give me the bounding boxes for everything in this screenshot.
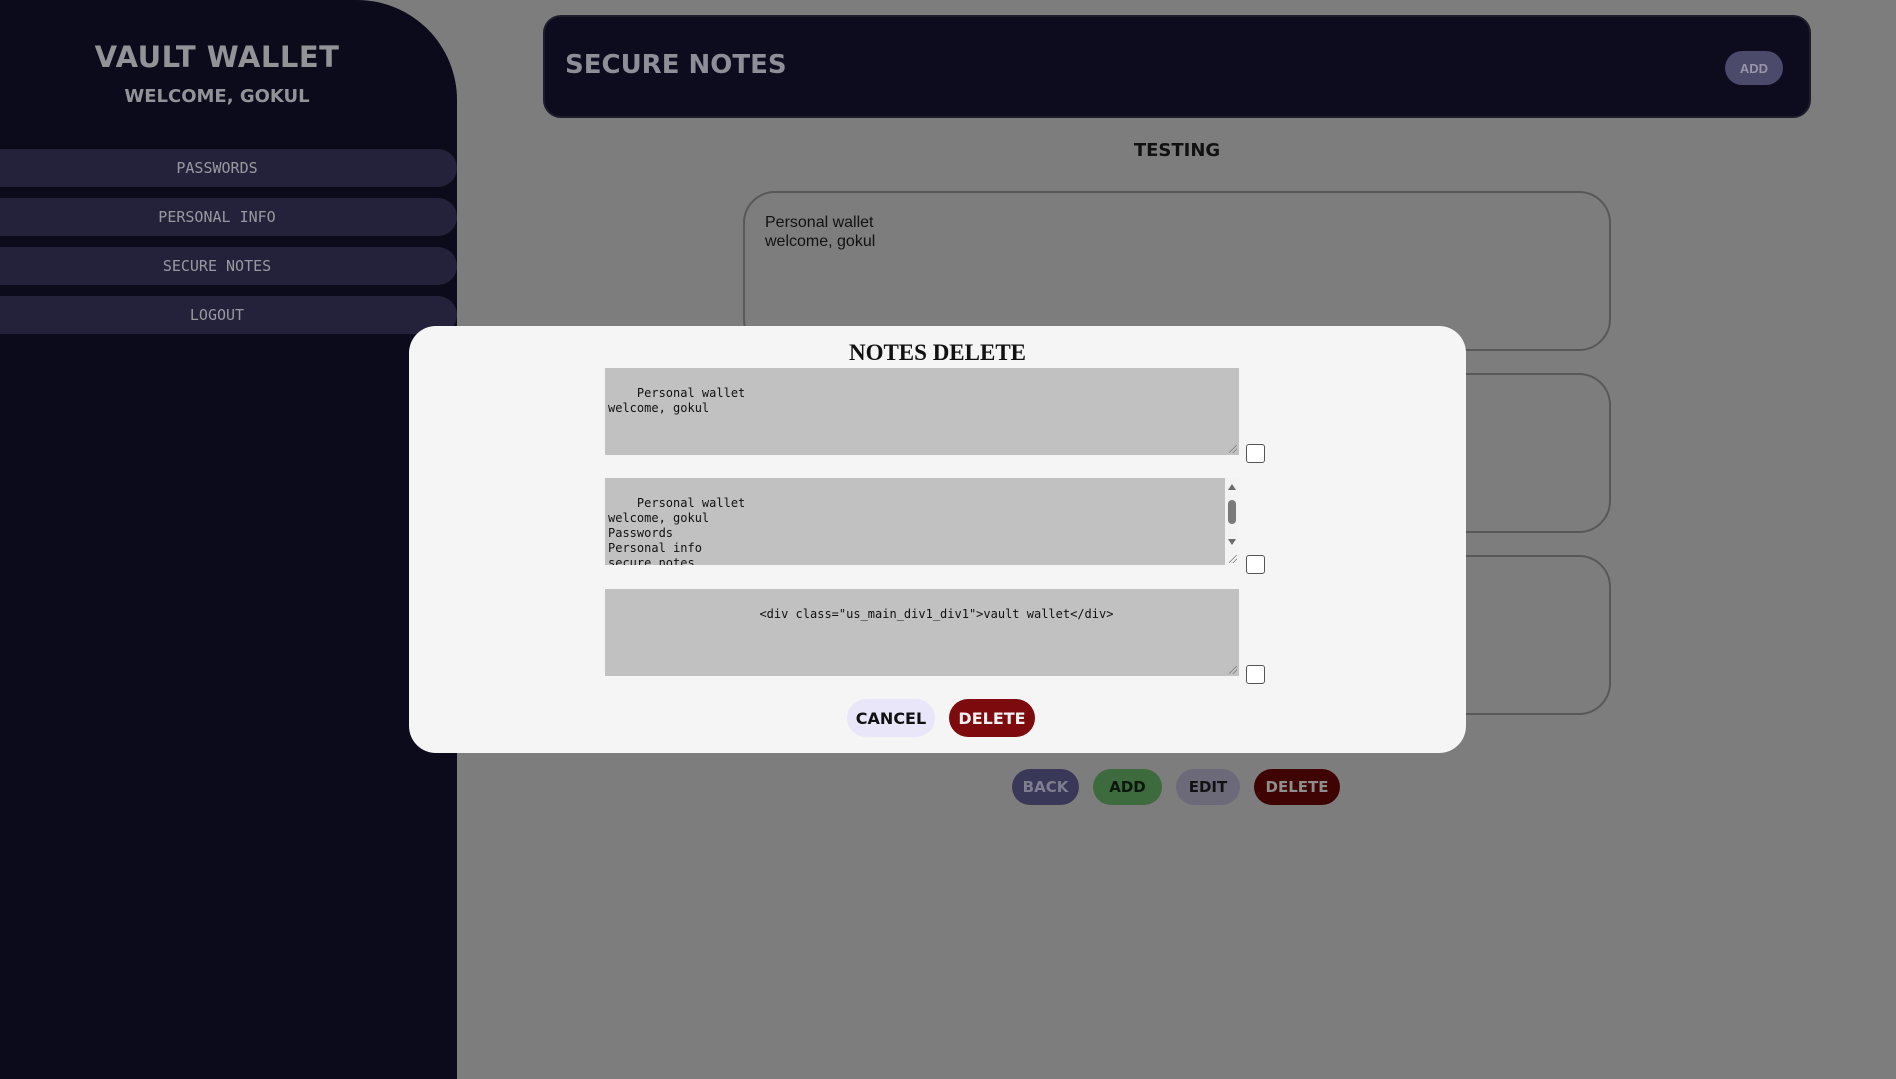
confirm-delete-button[interactable]: DELETE: [949, 699, 1035, 737]
note-title: TESTING: [1133, 140, 1221, 161]
note-actions: BACK ADD EDIT DELETE: [1012, 769, 1340, 805]
sidebar-item-personal-info[interactable]: PERSONAL INFO: [0, 198, 457, 236]
modal-note-textarea[interactable]: Personal wallet welcome, gokul: [605, 368, 1239, 455]
add-button[interactable]: ADD: [1093, 769, 1162, 805]
sidebar-item-logout[interactable]: LOGOUT: [0, 296, 457, 334]
scroll-thumb[interactable]: [1228, 500, 1236, 524]
sidebar-item-secure-notes[interactable]: SECURE NOTES: [0, 247, 457, 285]
welcome-text: WELCOME, GOKUL: [124, 86, 310, 107]
sidebar: VAULT WALLET WELCOME, GOKUL PASSWORDS PE…: [0, 0, 457, 1079]
modal-note-text: Personal wallet welcome, gokul Passwords…: [608, 496, 746, 565]
cancel-button[interactable]: CANCEL: [847, 699, 935, 737]
edit-button[interactable]: EDIT: [1176, 769, 1240, 805]
note-select-checkbox[interactable]: [1246, 444, 1265, 463]
scroll-down-icon[interactable]: [1228, 539, 1236, 545]
resize-handle-icon[interactable]: [1229, 555, 1237, 563]
modal-note-textarea[interactable]: <div class="us_main_div1_div1">vault wal…: [605, 589, 1239, 676]
notes-delete-modal: NOTES DELETE Personal wallet welcome, go…: [409, 326, 1466, 753]
modal-title: NOTES DELETE: [848, 340, 1027, 365]
note-select-checkbox[interactable]: [1246, 555, 1265, 574]
page-header: SECURE NOTES ADD: [543, 15, 1811, 118]
back-button[interactable]: BACK: [1012, 769, 1079, 805]
modal-actions: CANCEL DELETE: [847, 699, 1035, 737]
delete-button[interactable]: DELETE: [1254, 769, 1340, 805]
header-add-button[interactable]: ADD: [1725, 51, 1783, 85]
resize-handle-icon[interactable]: [1229, 666, 1237, 674]
modal-note-text: <div class="us_main_div1_div1">vault wal…: [759, 607, 1114, 621]
modal-note-text: Personal wallet welcome, gokul: [608, 386, 746, 415]
sidebar-item-passwords[interactable]: PASSWORDS: [0, 149, 457, 187]
sidebar-nav: PASSWORDS PERSONAL INFO SECURE NOTES LOG…: [0, 149, 457, 345]
note-select-checkbox[interactable]: [1246, 665, 1265, 684]
textarea-scrollbar[interactable]: [1225, 478, 1239, 565]
app-title: VAULT WALLET: [94, 40, 340, 74]
scroll-up-icon[interactable]: [1228, 484, 1236, 490]
resize-handle-icon[interactable]: [1229, 445, 1237, 453]
modal-note-textarea[interactable]: Personal wallet welcome, gokul Passwords…: [605, 478, 1239, 565]
page-title: SECURE NOTES: [565, 50, 787, 80]
